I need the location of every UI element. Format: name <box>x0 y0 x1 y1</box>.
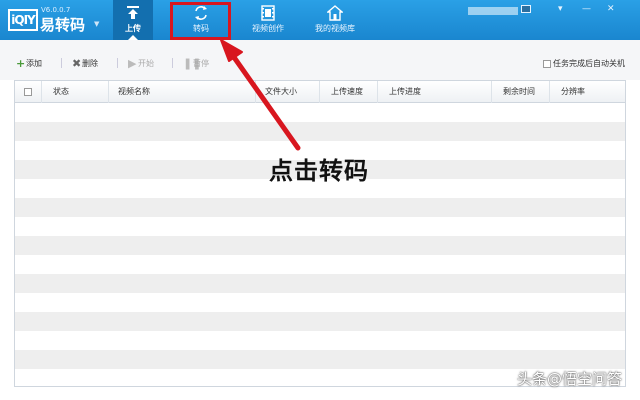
column-video-name[interactable]: 视频名称 <box>118 81 150 103</box>
column-file-size[interactable]: 文件大小 <box>265 81 297 103</box>
table-row <box>15 331 625 350</box>
column-resolution[interactable]: 分辨率 <box>561 81 585 103</box>
user-account-blurred[interactable] <box>468 7 518 15</box>
column-remaining-time[interactable]: 剩余时间 <box>503 81 535 103</box>
tab-upload[interactable]: 上传 <box>113 0 153 40</box>
toolbar-divider <box>61 58 62 68</box>
select-all-checkbox[interactable] <box>24 88 32 96</box>
app-name: 易转码 <box>40 16 86 34</box>
avatar[interactable] <box>521 5 531 13</box>
table-row <box>15 198 625 217</box>
pause-icon: ❚❚ <box>183 56 202 70</box>
table-row <box>15 274 625 293</box>
minimize-icon[interactable]: — <box>582 4 591 14</box>
toolbar: +添加 ✖删除 ▶ 开始 ❚❚暂停 任务完成后自动关机 <box>0 40 640 80</box>
table-row <box>15 255 625 274</box>
plus-icon: + <box>16 56 26 70</box>
upload-task-table: 状态 视频名称 文件大小 上传速度 上传进度 剩余时间 分辨率 <box>14 80 626 386</box>
table-row <box>15 122 625 141</box>
table-row <box>15 350 625 369</box>
iqiyi-logo: iQIY <box>8 9 38 31</box>
auto-shutdown-option[interactable]: 任务完成后自动关机 <box>543 58 625 69</box>
table-row <box>15 217 625 236</box>
highlight-box <box>170 2 231 40</box>
start-label: 开始 <box>138 59 154 68</box>
table-row <box>15 103 625 122</box>
delete-x-icon: ✖ <box>72 56 82 70</box>
delete-button[interactable]: ✖删除 <box>72 58 98 69</box>
add-button[interactable]: +添加 <box>16 58 42 69</box>
film-icon <box>261 5 275 21</box>
column-status[interactable]: 状态 <box>53 81 69 103</box>
logo-menu-caret-icon[interactable]: ▼ <box>94 20 99 28</box>
play-icon: ▶ <box>128 56 137 70</box>
watermark: 头条@悟空问答 <box>517 370 623 388</box>
instruction-text: 点击转码 <box>269 157 369 185</box>
column-divider <box>549 81 550 103</box>
delete-label: 删除 <box>82 59 98 68</box>
toolbar-divider <box>117 58 118 68</box>
app-logo: iQIY V6.0.0.7 易转码 ▼ <box>8 5 99 35</box>
column-divider <box>41 81 42 103</box>
upload-icon <box>127 6 139 19</box>
pause-label: 暂停 <box>193 59 209 68</box>
tab-video-create-label: 视频创作 <box>252 24 284 33</box>
tab-my-library[interactable]: 我的视频库 <box>306 0 364 40</box>
app-version: V6.0.0.7 <box>41 6 71 14</box>
auto-shutdown-label: 任务完成后自动关机 <box>553 59 625 68</box>
table-header: 状态 视频名称 文件大小 上传速度 上传进度 剩余时间 分辨率 <box>15 81 625 103</box>
table-row <box>15 312 625 331</box>
column-upload-progress[interactable]: 上传进度 <box>389 81 421 103</box>
tab-video-create[interactable]: 视频创作 <box>244 0 292 40</box>
start-button[interactable]: ▶ 开始 <box>128 58 154 69</box>
table-row <box>15 293 625 312</box>
table-row <box>15 236 625 255</box>
app-header: iQIY V6.0.0.7 易转码 ▼ 上传 转码 视频创作 我的视频库 ▾ —… <box>0 0 640 40</box>
close-icon[interactable]: ✕ <box>607 4 615 14</box>
toolbar-divider <box>172 58 173 68</box>
add-label: 添加 <box>26 59 42 68</box>
column-divider <box>319 81 320 103</box>
auto-shutdown-checkbox[interactable] <box>543 59 551 68</box>
tab-my-library-label: 我的视频库 <box>315 24 355 33</box>
column-divider <box>491 81 492 103</box>
column-divider <box>377 81 378 103</box>
column-upload-speed[interactable]: 上传速度 <box>331 81 363 103</box>
tab-upload-label: 上传 <box>125 24 141 33</box>
table-body <box>15 103 625 387</box>
column-divider <box>108 81 109 103</box>
column-divider <box>255 81 256 103</box>
home-icon <box>327 5 343 21</box>
settings-dropdown-icon[interactable]: ▾ <box>558 4 563 14</box>
pause-button[interactable]: ❚❚暂停 <box>183 58 209 69</box>
